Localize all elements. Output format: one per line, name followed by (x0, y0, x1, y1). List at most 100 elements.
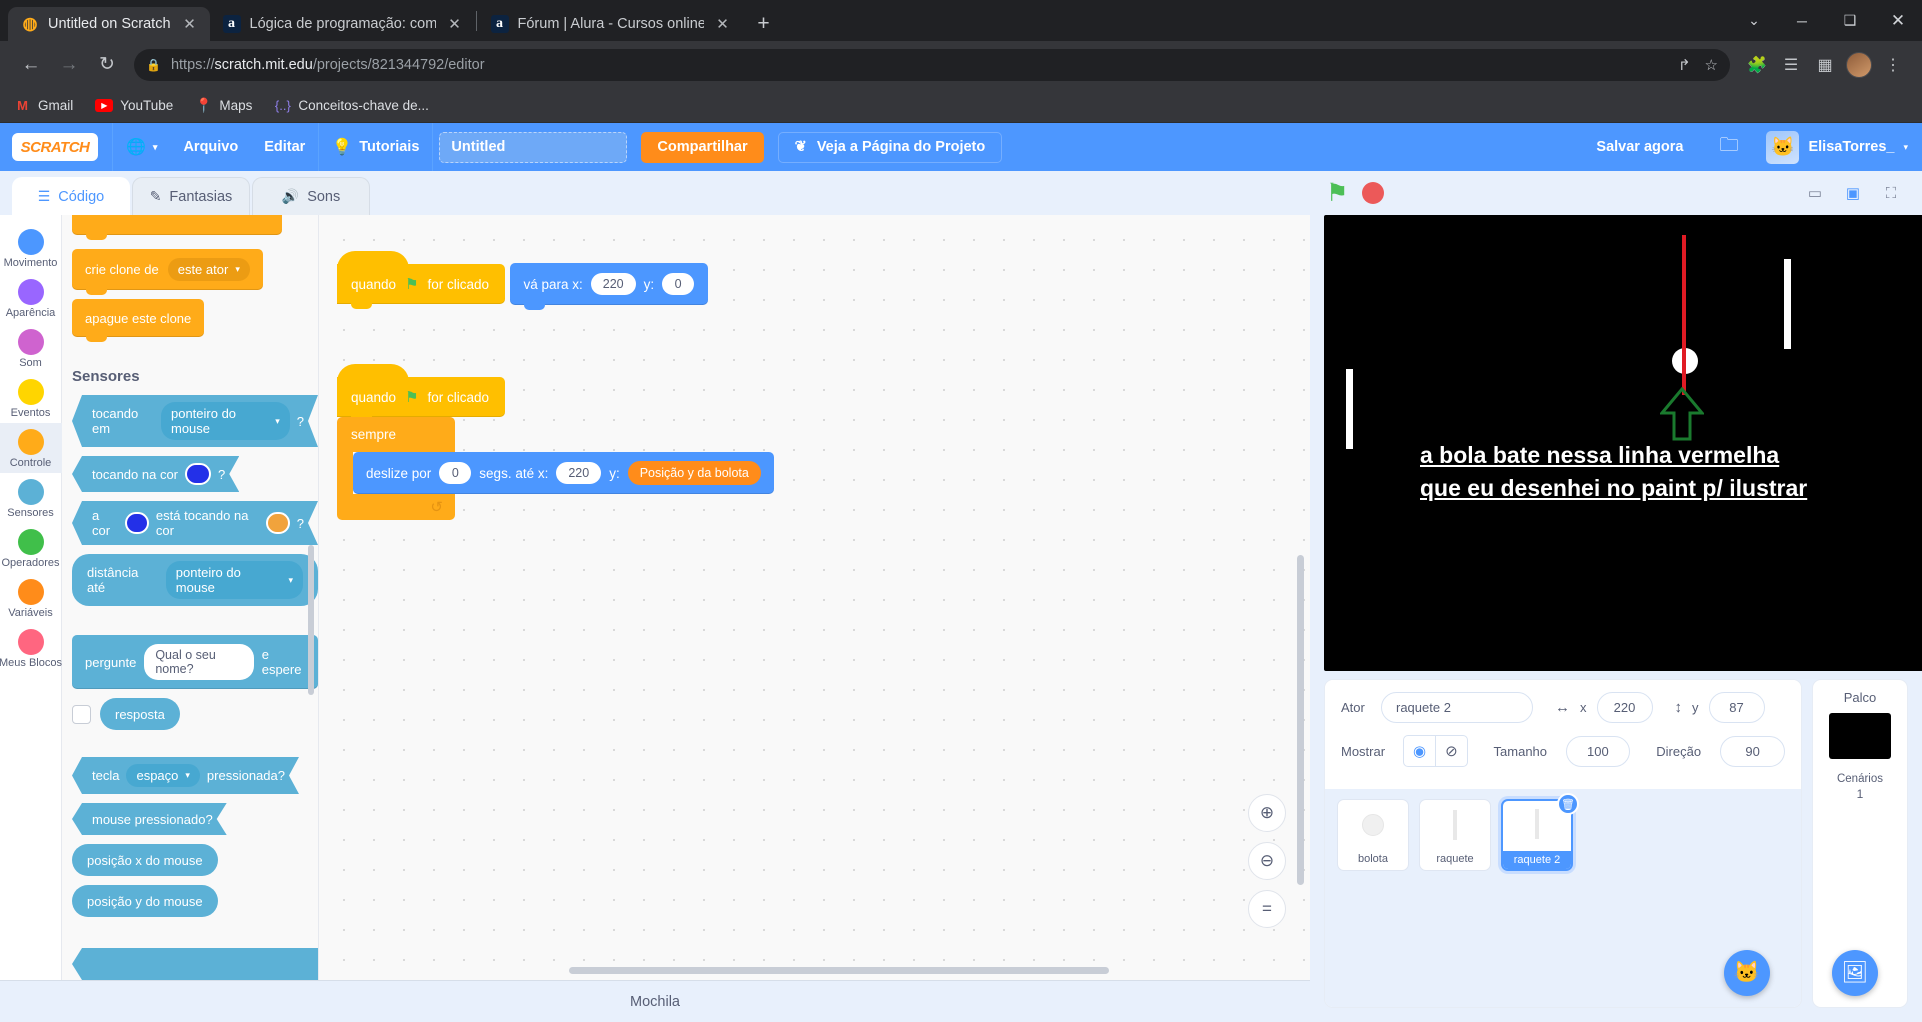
canvas-horizontal-scrollbar[interactable] (569, 967, 1109, 974)
sprite-size-input[interactable]: 100 (1565, 735, 1631, 767)
share-button[interactable]: Compartilhar (641, 131, 764, 163)
bookmark-gmail[interactable]: M Gmail (14, 97, 73, 114)
tab-close-icon[interactable]: ✕ (445, 14, 465, 34)
share-icon[interactable]: ↱ (1678, 56, 1691, 74)
zoom-out-button[interactable]: ⊖ (1248, 842, 1286, 880)
sprite-raquete[interactable] (1346, 369, 1353, 449)
category-variaveis[interactable]: Variáveis (0, 573, 62, 623)
block-glide-to-xy[interactable]: deslize por 0 segs. até x: 220 y: Posiçã… (353, 452, 774, 494)
block-when-flag-clicked[interactable]: quando ⚑ for clicado (337, 364, 506, 422)
touching-target-dropdown[interactable]: ponteiro do mouse ▾ (161, 402, 290, 440)
sprite-name-input[interactable]: raquete 2 (1381, 692, 1533, 723)
maximize-icon[interactable]: ❑ (1826, 0, 1874, 41)
palette-block-touching[interactable]: tocando em ponteiro do mouse ▾ ? (72, 395, 318, 447)
language-menu[interactable]: 🌐 ▾ (113, 123, 170, 171)
show-visible-button[interactable]: ◉ (1404, 736, 1435, 766)
script-2[interactable]: quando ⚑ for clicado sempre deslize por (337, 364, 774, 520)
palette-block-next-partial[interactable] (72, 948, 318, 980)
browser-tab-2[interactable]: a Fórum | Alura - Cursos online de ✕ (478, 7, 743, 41)
palette-block-mouse-down[interactable]: mouse pressionado? (72, 803, 227, 835)
address-bar[interactable]: 🔒 https://scratch.mit.edu/projects/82134… (134, 48, 1730, 81)
palette-block-ask-and-wait[interactable]: pergunte Qual o seu nome? e espere (72, 635, 318, 689)
category-som[interactable]: Som (0, 323, 62, 373)
block-go-to-xy[interactable]: vá para x: 220 y: 0 (509, 263, 709, 310)
glide-x-input[interactable]: 220 (556, 462, 602, 484)
category-aparencia[interactable]: Aparência (0, 273, 62, 323)
add-backdrop-button[interactable]: 🖼 (1832, 950, 1878, 996)
minimize-icon[interactable]: ─ (1778, 0, 1826, 41)
block-forever[interactable]: sempre deslize por 0 segs. até x: 220 y: (337, 417, 774, 520)
sprite-card-bolota[interactable]: bolota (1337, 799, 1409, 871)
save-now-button[interactable]: Salvar agora (1578, 139, 1701, 155)
sprite-raquete-2[interactable] (1784, 259, 1791, 349)
color-swatch-icon[interactable] (185, 463, 211, 485)
forward-icon[interactable]: → (52, 48, 86, 82)
palette-block-distance-to[interactable]: distância até ponteiro do mouse ▾ (72, 554, 318, 606)
tab-close-icon[interactable]: ✕ (713, 14, 733, 34)
my-stuff-folder-icon[interactable]: 🗀 (1701, 131, 1756, 163)
palette-block-answer[interactable]: resposta (100, 698, 180, 730)
goto-y-input[interactable]: 0 (662, 273, 695, 295)
palette-block-color-touching-color[interactable]: a cor está tocando na cor ? (72, 501, 318, 545)
answer-monitor-checkbox[interactable] (72, 704, 91, 724)
category-movimento[interactable]: Movimento (0, 223, 62, 273)
menu-file[interactable]: Arquivo (170, 123, 251, 171)
scratch-logo[interactable]: SCRATCH (12, 133, 98, 161)
palette-scrollbar[interactable] (308, 545, 314, 695)
palette-block-delete-clone[interactable]: apague este clone (72, 299, 205, 342)
zoom-in-button[interactable]: ⊕ (1248, 794, 1286, 832)
back-icon[interactable]: ← (14, 48, 48, 82)
bookmark-maps[interactable]: 📍 Maps (195, 97, 252, 114)
small-stage-button[interactable]: ▭ (1800, 179, 1830, 207)
chrome-menu-icon[interactable]: ⋮ (1878, 50, 1908, 80)
sprite-card-raquete[interactable]: raquete (1419, 799, 1491, 871)
bookmark-youtube[interactable]: ▶ YouTube (95, 98, 173, 113)
block-palette[interactable]: crie clone de este ator ▾ apague este cl… (62, 215, 318, 980)
bookmark-conceitos[interactable]: {..} Conceitos-chave de... (274, 97, 429, 114)
reload-icon[interactable]: ↻ (90, 48, 124, 82)
canvas-vertical-scrollbar[interactable] (1297, 555, 1304, 885)
variable-reporter-posicao-y[interactable]: Posição y da bolota (627, 461, 761, 485)
new-tab-button[interactable]: + (749, 9, 779, 39)
palette-block-mouse-x[interactable]: posição x do mouse (72, 844, 218, 876)
stop-button[interactable] (1362, 182, 1385, 204)
category-meus-blocos[interactable]: Meus Blocos (0, 623, 62, 673)
chrome-minimize-icon[interactable]: ⌄ (1730, 0, 1778, 41)
tab-codigo[interactable]: ☰ Código (12, 177, 130, 215)
palette-block-create-clone[interactable]: crie clone de este ator ▾ (72, 249, 263, 295)
extensions-icon[interactable]: 🧩 (1742, 50, 1772, 80)
block-when-flag-clicked[interactable]: quando ⚑ for clicado (337, 251, 506, 309)
account-menu[interactable]: 🐱 ElisaTorres_ ▾ (1756, 130, 1908, 164)
ask-question-input[interactable]: Qual o seu nome? (144, 644, 254, 680)
category-eventos[interactable]: Eventos (0, 373, 62, 423)
menu-tutorials[interactable]: 💡 Tutoriais (319, 123, 432, 171)
stage-thumbnail[interactable] (1829, 713, 1891, 759)
palette-block-key-pressed[interactable]: tecla espaço ▾ pressionada? (72, 757, 299, 794)
sprite-direction-input[interactable]: 90 (1720, 735, 1785, 767)
palette-block-mouse-y[interactable]: posição y do mouse (72, 885, 218, 917)
profile-avatar[interactable] (1846, 51, 1872, 78)
distance-target-dropdown[interactable]: ponteiro do mouse ▾ (165, 561, 303, 599)
sprite-x-input[interactable]: 220 (1596, 692, 1653, 723)
reading-list-icon[interactable]: ☰ (1776, 50, 1806, 80)
menu-edit[interactable]: Editar (251, 123, 318, 171)
close-window-icon[interactable]: ✕ (1874, 0, 1922, 41)
tab-sons[interactable]: 🔊 Sons (252, 177, 370, 215)
delete-sprite-icon[interactable]: 🗑 (1557, 793, 1579, 815)
project-page-button[interactable]: ❦ Veja a Página do Projeto (777, 131, 1003, 163)
project-name-input[interactable]: Untitled (439, 131, 628, 163)
fullscreen-button[interactable]: ⛶ (1876, 179, 1906, 207)
script-1[interactable]: quando ⚑ for clicado vá para x: 220 y: 0 (337, 251, 709, 310)
green-flag-button[interactable]: ⚑ (1326, 178, 1348, 208)
stage[interactable]: a bola bate nessa linha vermelha que eu … (1324, 215, 1922, 671)
category-operadores[interactable]: Operadores (0, 523, 62, 573)
bookmark-star-icon[interactable]: ☆ (1705, 56, 1718, 74)
color-swatch-a-icon[interactable] (125, 512, 149, 534)
browser-tab-0[interactable]: ◍ Untitled on Scratch ✕ (8, 7, 210, 41)
clone-target-dropdown[interactable]: este ator ▾ (167, 258, 250, 281)
zoom-reset-button[interactable]: = (1248, 890, 1286, 928)
palette-block-touching-color[interactable]: tocando na cor ? (72, 456, 239, 492)
browser-tab-1[interactable]: a Lógica de programação: comece ✕ (210, 7, 475, 41)
side-panel-icon[interactable]: ▦ (1810, 50, 1840, 80)
sprite-y-input[interactable]: 87 (1708, 692, 1765, 723)
